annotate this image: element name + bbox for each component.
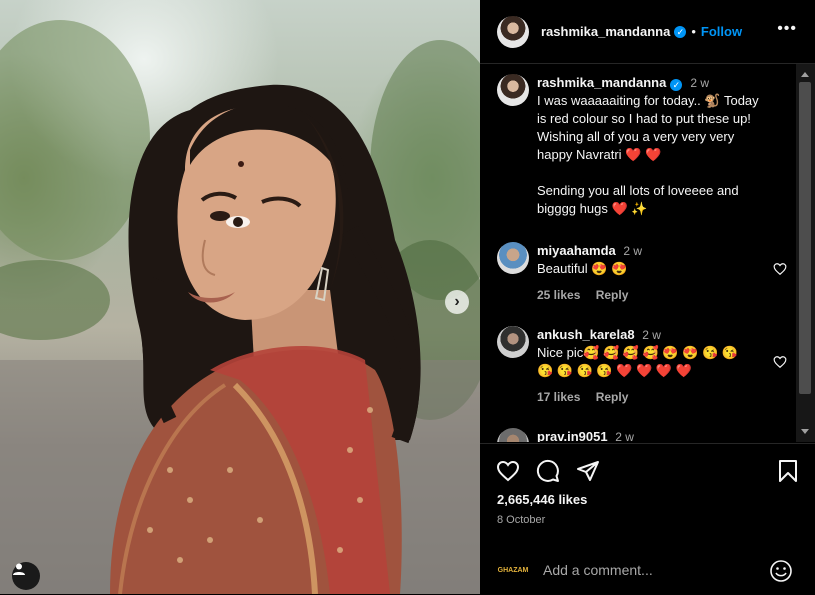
commenter-avatar[interactable] [497, 242, 529, 274]
scroll-down-arrow-icon[interactable] [801, 429, 809, 434]
bookmark-icon[interactable] [778, 459, 798, 483]
post-date: 8 October [497, 514, 546, 526]
likes-count[interactable]: 2,665,446 likes [497, 492, 587, 507]
verified-badge-icon: ✓ [674, 25, 687, 38]
caption: rashmika_mandanna ✓ 2 w I was waaaaaiting … [497, 74, 787, 218]
caption-text: I was waaaaaiting for today.. 🐒 Today is… [537, 93, 759, 216]
comment-item: miyaahamda 2 w Beautiful 😍 😍 25 likes Re… [497, 242, 787, 304]
tagged-user-button[interactable] [12, 562, 40, 590]
post-header: rashmika_mandanna ✓ • Follow ••• [480, 0, 815, 64]
separator-dot: • [691, 24, 696, 39]
reply-button[interactable]: Reply [596, 390, 629, 404]
comment-time: 2 w [623, 244, 643, 258]
comment-like-icon[interactable] [773, 355, 787, 369]
more-options-icon[interactable]: ••• [777, 20, 797, 38]
caption-time: 2 w [690, 76, 710, 90]
comment-time: 2 w [615, 430, 634, 442]
comment-username[interactable]: ankush_karela8 [537, 327, 635, 342]
comment-item: ankush_karela8 2 w Nice pic🥰 🥰 🥰 🥰 😍 😍 😘… [497, 326, 787, 406]
comments-list: rashmika_mandanna ✓ 2 w I was waaaaaiting … [480, 64, 796, 442]
comment-item: prav.in9051 2 w [497, 428, 787, 442]
author-avatar[interactable] [497, 15, 529, 48]
like-heart-icon[interactable] [496, 459, 520, 483]
user-icon [13, 563, 25, 575]
post-actions: 2,665,446 likes 8 October [480, 443, 815, 544]
comment-likes[interactable]: 25 likes [537, 288, 580, 302]
carousel-next-button[interactable]: › [445, 290, 469, 314]
gif-badge-icon[interactable]: GHAZAM [498, 563, 529, 577]
add-comment-input[interactable] [541, 561, 755, 579]
follow-button[interactable]: Follow [701, 24, 742, 39]
caption-username[interactable]: rashmika_mandanna [537, 75, 666, 90]
comments-scrollbar[interactable] [796, 64, 815, 442]
comment-username[interactable]: prav.in9051 [537, 429, 608, 442]
comment-username[interactable]: miyaahamda [537, 243, 616, 258]
comment-like-icon[interactable] [773, 262, 787, 276]
scroll-up-arrow-icon[interactable] [801, 72, 809, 77]
emoji-icon[interactable] [769, 559, 793, 583]
commenter-avatar[interactable] [497, 326, 529, 358]
commenter-avatar[interactable] [497, 428, 529, 442]
comment-text: Nice pic🥰 🥰 🥰 🥰 😍 😍 😘 😘 😘 😘 😘 😘 ❤️ ❤️ ❤️… [537, 345, 739, 378]
author-avatar[interactable] [497, 74, 529, 106]
reply-button[interactable]: Reply [596, 288, 629, 302]
comment-likes[interactable]: 17 likes [537, 390, 580, 404]
post-details-panel: rashmika_mandanna ✓ • Follow ••• rashmik… [480, 0, 815, 594]
comment-text: Beautiful 😍 😍 [537, 261, 628, 276]
comment-time: 2 w [642, 328, 661, 342]
comment-icon[interactable] [536, 459, 560, 483]
share-send-icon[interactable] [576, 459, 600, 483]
post-photo-illustration [0, 20, 480, 594]
scrollbar-thumb[interactable] [799, 82, 811, 394]
comment-composer: GHAZAM [480, 544, 815, 595]
verified-badge-icon: ✓ [670, 79, 683, 91]
post-image[interactable]: › [0, 0, 480, 594]
author-username[interactable]: rashmika_mandanna [541, 24, 670, 39]
